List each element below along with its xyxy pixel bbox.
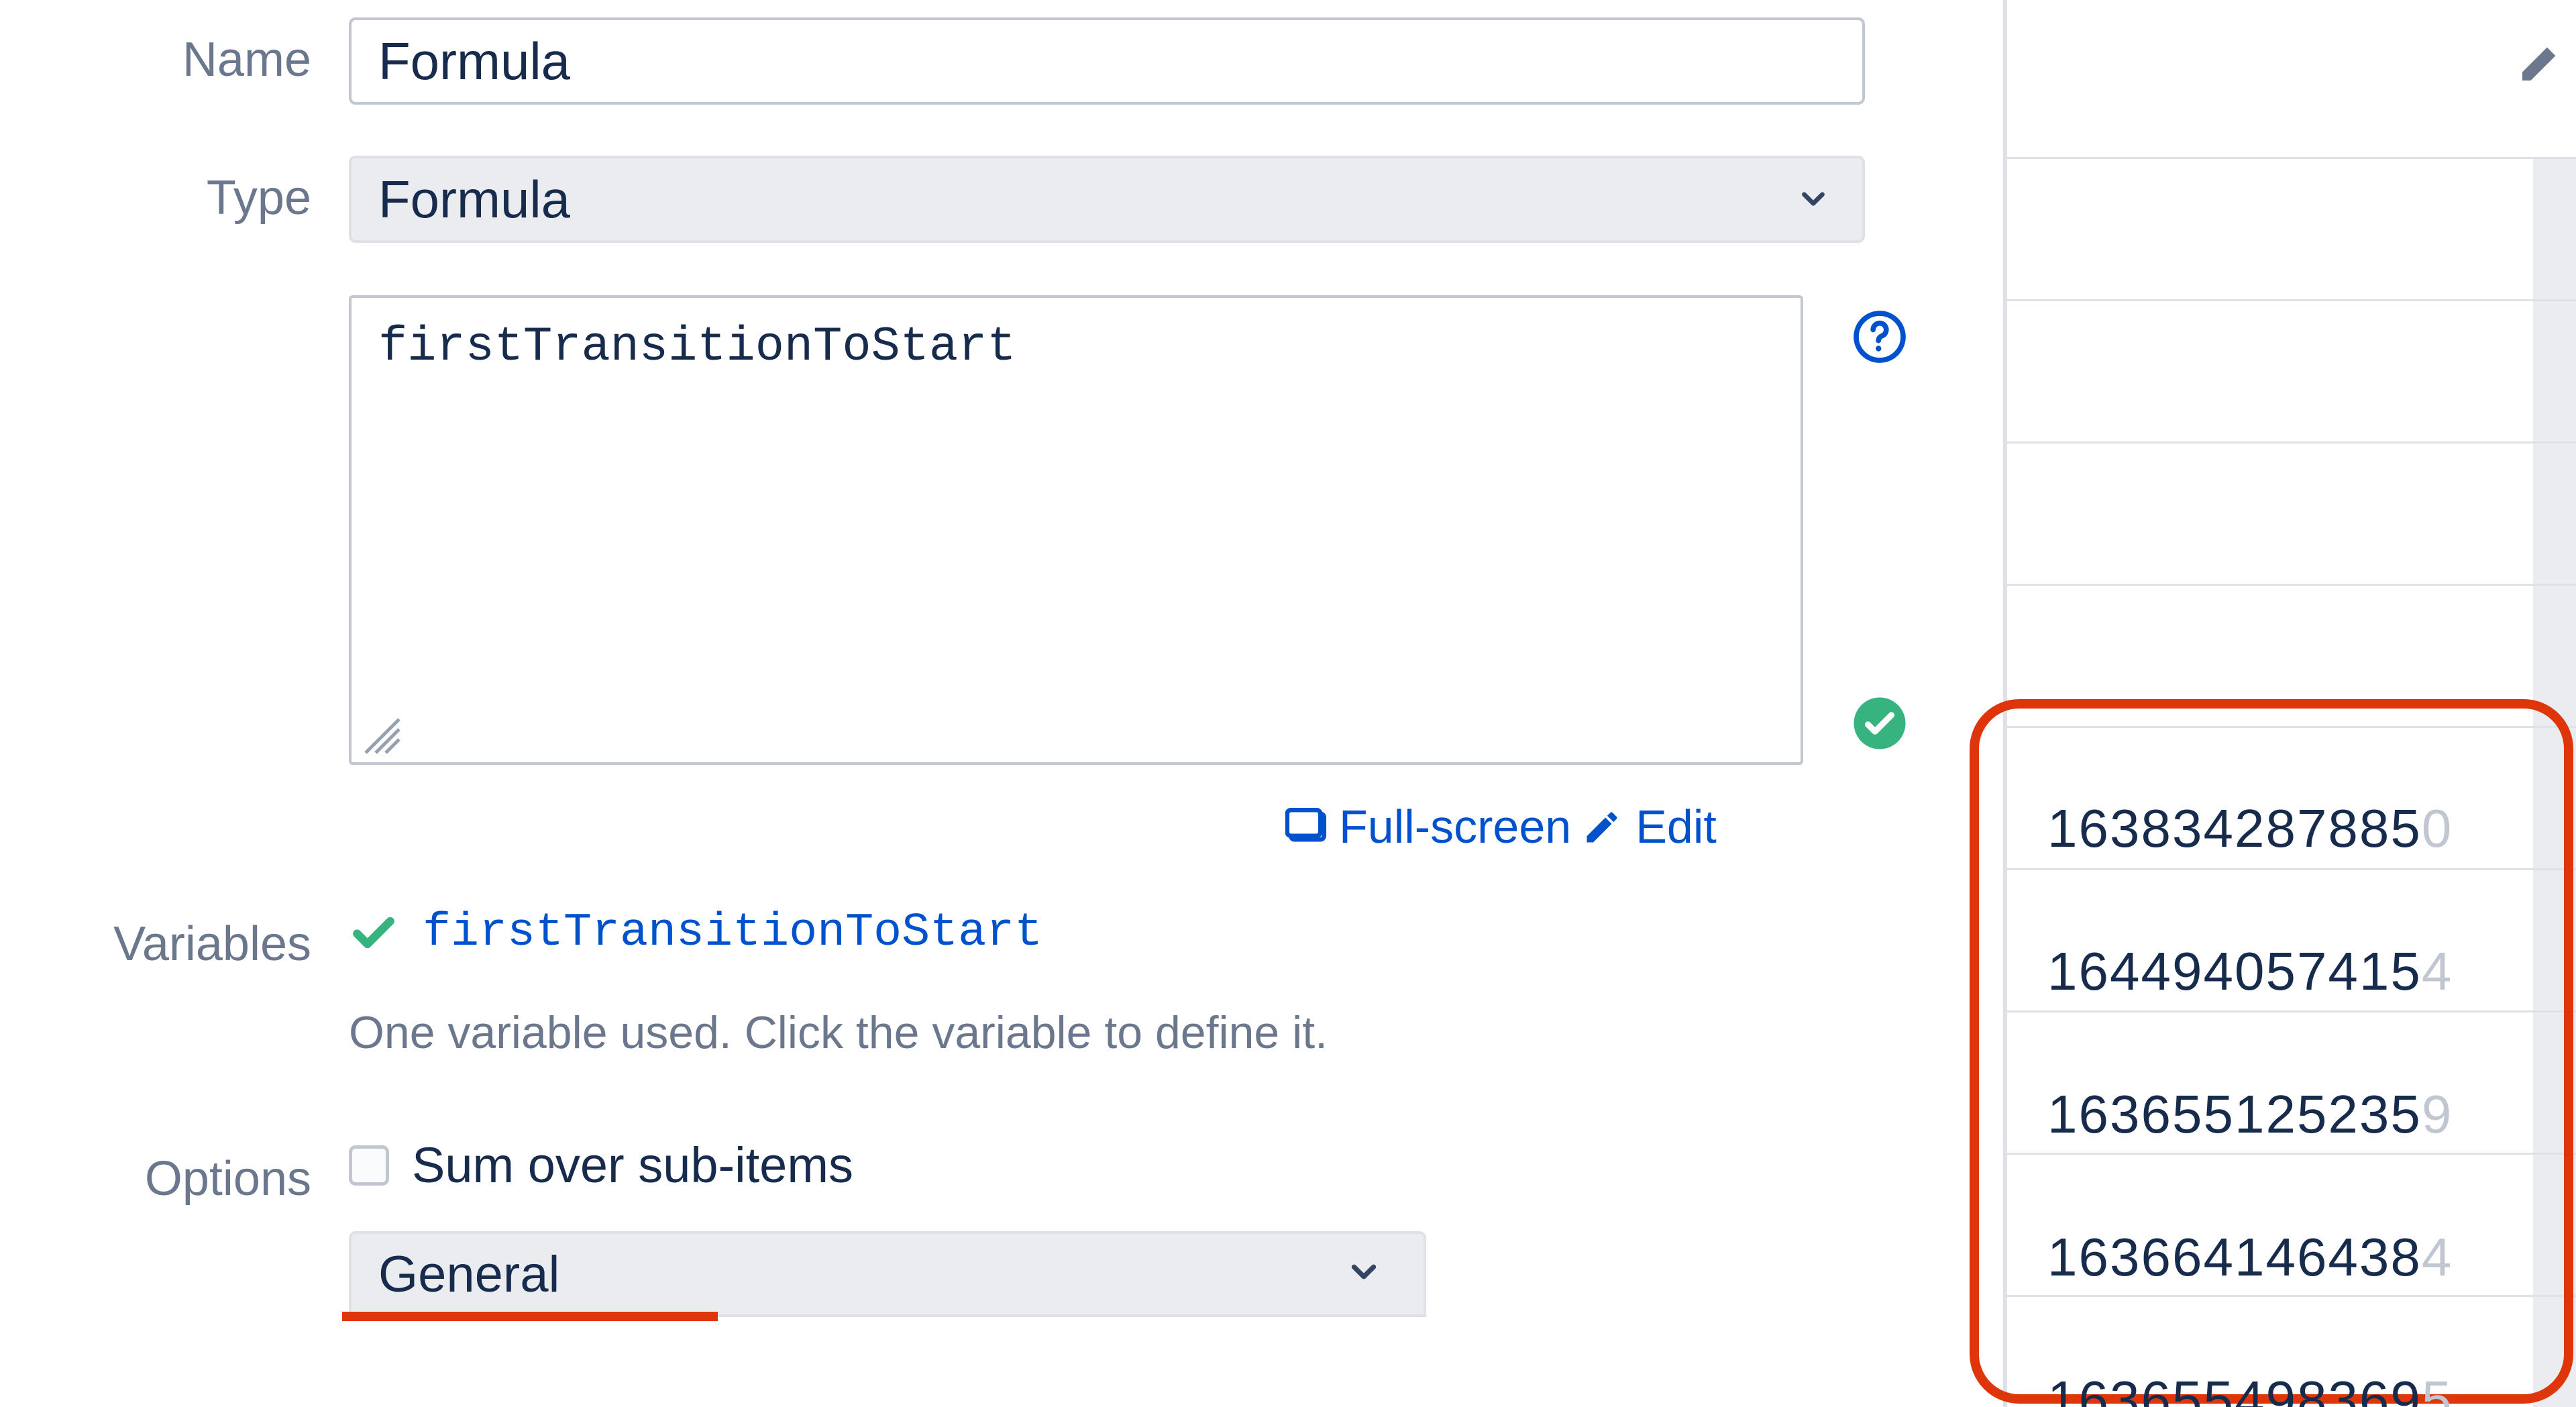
- result-row: [2007, 299, 2576, 441]
- editor-actions: Full-screen Edit: [1285, 800, 1717, 853]
- chevron-down-icon: [1344, 1245, 1383, 1304]
- result-values: 1638342878850 1644940574154 163655125235…: [2047, 757, 2530, 1407]
- type-label: Type: [0, 156, 349, 225]
- sum-checkbox[interactable]: [349, 1145, 389, 1186]
- fullscreen-icon: [1285, 804, 1330, 849]
- format-select-value: General: [378, 1245, 559, 1304]
- fullscreen-link[interactable]: Full-screen: [1285, 800, 1571, 853]
- formula-editor-wrap: [349, 295, 1803, 768]
- pencil-icon: [1582, 804, 1626, 849]
- row-name: Name: [0, 17, 1865, 105]
- help-icon[interactable]: [1851, 309, 1908, 365]
- variables-label: Variables: [0, 902, 349, 972]
- variable-name-link[interactable]: firstTransitionToStart: [423, 906, 1042, 959]
- result-faded: 9: [2422, 1084, 2453, 1145]
- row-type: Type Formula: [0, 156, 1865, 243]
- chevron-down-icon: [1795, 169, 1831, 230]
- result-main: 163834287885: [2047, 798, 2422, 859]
- sum-checkbox-label: Sum over sub-items: [412, 1137, 853, 1194]
- sum-over-subitems-option[interactable]: Sum over sub-items: [349, 1137, 1426, 1194]
- row-formula: [0, 295, 1803, 768]
- fullscreen-label: Full-screen: [1339, 800, 1571, 853]
- result-cell: 1644940574154: [2047, 900, 2530, 1043]
- variable-item: firstTransitionToStart: [349, 902, 1042, 963]
- variables-help-text: One variable used. Click the variable to…: [349, 1006, 1328, 1059]
- result-main: 164494057415: [2047, 941, 2422, 1002]
- row-options: Options Sum over sub-items General: [0, 1137, 1426, 1317]
- edit-link[interactable]: Edit: [1582, 800, 1717, 853]
- edit-pencil-corner-icon[interactable]: [2516, 34, 2569, 87]
- check-circle-icon: [1851, 695, 1908, 751]
- result-cell: 1636641464384: [2047, 1186, 2530, 1328]
- name-input[interactable]: [349, 17, 1865, 105]
- result-faded: 0: [2422, 798, 2453, 859]
- result-faded: 4: [2422, 1227, 2453, 1288]
- check-icon: [349, 908, 398, 957]
- edit-label: Edit: [1635, 800, 1717, 853]
- result-row: [2007, 584, 2576, 726]
- result-cell: 1638342878850: [2047, 757, 2530, 900]
- result-row: [2007, 441, 2576, 584]
- result-main: 163655125235: [2047, 1084, 2422, 1145]
- result-cell: 1636554983695: [2047, 1328, 2530, 1407]
- name-label: Name: [0, 17, 349, 87]
- annotation-underline: [342, 1312, 718, 1321]
- formula-editor[interactable]: [349, 295, 1803, 765]
- form-panel: Name Type Formula: [0, 0, 1999, 1407]
- result-main: 163664146438: [2047, 1227, 2422, 1288]
- format-select[interactable]: General: [349, 1231, 1426, 1317]
- type-select-value: Formula: [378, 169, 570, 230]
- row-variables: Variables firstTransitionToStart: [0, 902, 1042, 972]
- type-select[interactable]: Formula: [349, 156, 1865, 243]
- result-main: 163655498369: [2047, 1369, 2422, 1407]
- result-cell: 1636551252359: [2047, 1043, 2530, 1186]
- result-row: [2007, 157, 2576, 299]
- result-faded: 4: [2422, 941, 2453, 1002]
- options-label: Options: [0, 1137, 349, 1206]
- result-faded: 5: [2422, 1369, 2453, 1407]
